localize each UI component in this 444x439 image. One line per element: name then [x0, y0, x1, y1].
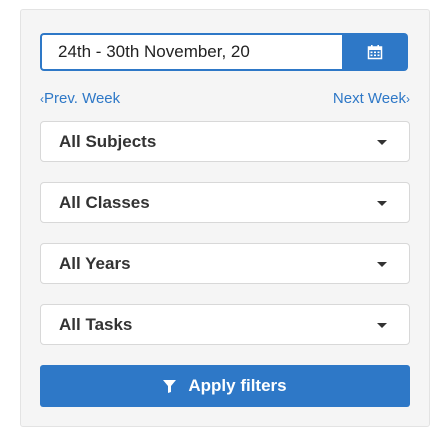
week-navigation: ‹Prev. Week Next Week›: [40, 90, 410, 110]
chevron-right-icon: ›: [406, 92, 410, 106]
apply-filters-button[interactable]: Apply filters: [40, 365, 410, 407]
filter-icon: [163, 379, 177, 393]
next-week-link[interactable]: Next Week›: [333, 90, 410, 107]
classes-select-value: All Classes: [59, 192, 150, 212]
subjects-select[interactable]: All Subjects: [40, 121, 410, 162]
filter-panel: ‹Prev. Week Next Week› All Subjects All …: [20, 9, 430, 427]
classes-select[interactable]: All Classes: [40, 182, 410, 223]
caret-down-icon: [377, 262, 387, 267]
tasks-select-value: All Tasks: [59, 314, 133, 334]
caret-down-icon: [377, 140, 387, 145]
date-range-input[interactable]: [40, 33, 342, 71]
years-select-value: All Years: [59, 253, 131, 273]
subjects-select-value: All Subjects: [59, 131, 157, 151]
tasks-select[interactable]: All Tasks: [40, 304, 410, 345]
date-range-group: [40, 33, 408, 71]
caret-down-icon: [377, 323, 387, 328]
next-week-label: Next Week: [332, 90, 406, 107]
calendar-button[interactable]: [342, 33, 408, 71]
calendar-icon: [367, 45, 383, 60]
prev-week-label: Prev. Week: [44, 90, 121, 107]
caret-down-icon: [377, 201, 387, 206]
prev-week-link[interactable]: ‹Prev. Week: [40, 90, 120, 107]
apply-filters-label: Apply filters: [188, 376, 287, 395]
years-select[interactable]: All Years: [40, 243, 410, 284]
